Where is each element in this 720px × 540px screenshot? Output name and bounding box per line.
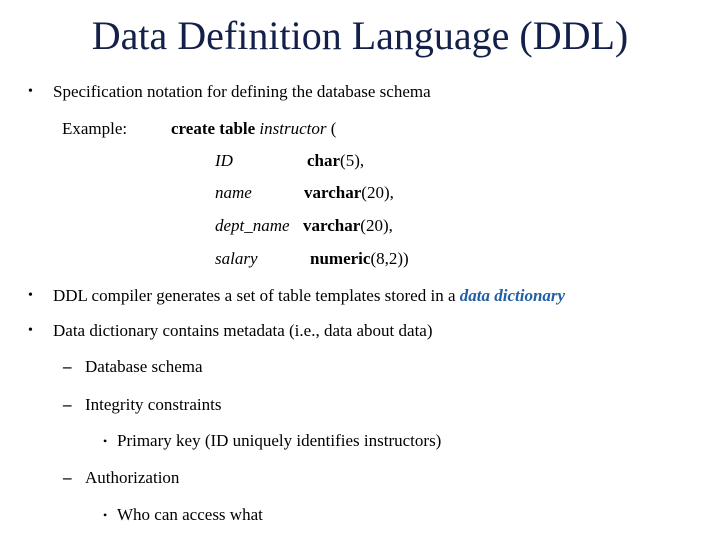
column-name: ID: [215, 151, 233, 170]
column-name: salary: [215, 249, 258, 268]
type-keyword: varchar: [303, 216, 361, 235]
bullet-marker: •: [28, 288, 33, 303]
type-args: (20),: [360, 216, 393, 235]
column-type: char(5),: [307, 151, 364, 171]
column-name: name: [215, 183, 252, 202]
type-args: (8,2)): [370, 249, 409, 268]
dash-marker: –: [63, 395, 72, 414]
subsubitem-who-can-access: Who can access what: [117, 505, 263, 524]
subitem-authorization: Authorization: [85, 468, 180, 487]
sub-bullet-marker: •: [103, 434, 108, 448]
table-name: instructor: [259, 119, 327, 138]
bullet-text-ddl-compiler: DDL compiler generates a set of table te…: [53, 286, 565, 306]
bullet-text-data-dictionary: Data dictionary contains metadata (i.e.,…: [53, 321, 433, 340]
subitem-database-schema: Database schema: [85, 357, 203, 376]
create-table-keyword: create table: [171, 119, 256, 138]
bullet-marker: •: [28, 323, 33, 338]
type-keyword: numeric: [310, 249, 371, 268]
bullet-text-specification: Specification notation for defining the …: [53, 82, 431, 101]
dash-marker: –: [63, 468, 72, 487]
create-table-statement: create table instructor (: [171, 119, 336, 139]
column-type: varchar(20),: [304, 183, 394, 203]
column-name: dept_name: [215, 216, 290, 235]
slide-title: Data Definition Language (DDL): [91, 13, 629, 58]
type-keyword: varchar: [304, 183, 362, 202]
open-paren: (: [326, 119, 337, 138]
dash-marker: –: [63, 357, 72, 376]
column-type: varchar(20),: [303, 216, 393, 236]
type-keyword: char: [307, 151, 341, 170]
column-type: numeric(8,2)): [310, 249, 409, 269]
type-args: (5),: [340, 151, 365, 170]
bullet-marker: •: [28, 84, 33, 99]
sub-bullet-marker: •: [103, 508, 108, 522]
data-dictionary-highlight: data dictionary: [459, 286, 566, 305]
bullet-text: DDL compiler generates a set of table te…: [53, 286, 460, 305]
example-label: Example:: [62, 119, 128, 138]
type-args: (20),: [361, 183, 394, 202]
subsubitem-primary-key: Primary key (ID uniquely identifies inst…: [117, 431, 442, 450]
subitem-integrity-constraints: Integrity constraints: [85, 395, 222, 414]
